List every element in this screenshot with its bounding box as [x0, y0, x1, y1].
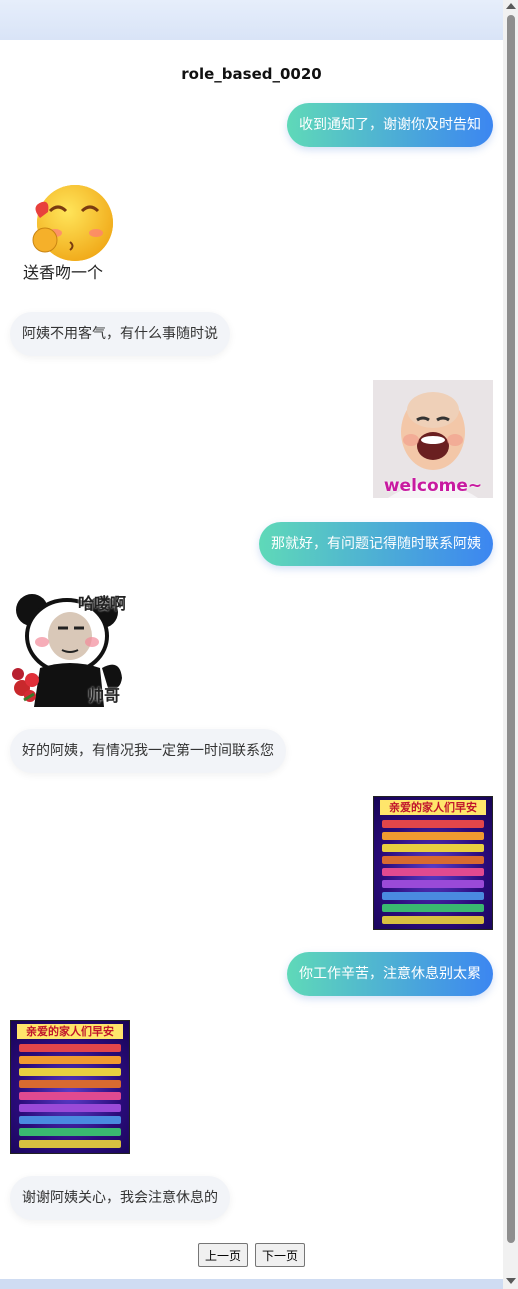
poster-line	[382, 844, 484, 852]
poster-line	[382, 916, 484, 924]
sticker-caption: welcome~	[383, 476, 483, 496]
poster-line	[19, 1104, 121, 1112]
sticker-caption-top: 哈喽啊	[77, 594, 126, 613]
chat-panel: role_based_0020 收到通知了，谢谢你及时告知 送香吻一个 阿姨不用…	[0, 40, 503, 1279]
message-bubble-right: 你工作辛苦，注意休息别太累	[287, 952, 493, 996]
scroll-up-arrow-icon[interactable]	[506, 3, 516, 9]
prev-page-button[interactable]: 上一页	[197, 1243, 248, 1267]
poster-header: 亲爱的家人们早安	[380, 800, 486, 815]
sticker-caption: 送香吻一个	[23, 263, 104, 282]
message-bubble-left: 谢谢阿姨关心，我会注意休息的	[10, 1176, 230, 1220]
pagination: 上一页 下一页	[0, 1243, 503, 1267]
poster-line	[382, 820, 484, 828]
poster-line	[19, 1092, 121, 1100]
poster-line	[19, 1080, 121, 1088]
poster-line	[19, 1044, 121, 1052]
vertical-scrollbar[interactable]	[503, 0, 518, 1289]
panda-with-roses-icon: 哈喽啊 帅哥	[10, 588, 130, 707]
good-morning-poster-icon: 亲爱的家人们早安	[373, 796, 493, 930]
message-bubble-right: 那就好，有问题记得随时联系阿姨	[259, 522, 493, 566]
poster-line	[19, 1140, 121, 1148]
poster-line	[382, 880, 484, 888]
poster-line	[382, 892, 484, 900]
poster-line	[19, 1128, 121, 1136]
laughing-baby-icon: welcome~	[373, 380, 493, 498]
message-bubble-right: 收到通知了，谢谢你及时告知	[287, 103, 493, 147]
bottom-band	[0, 1279, 503, 1289]
message-bubble-left: 好的阿姨，有情况我一定第一时间联系您	[10, 729, 286, 773]
poster-line	[382, 904, 484, 912]
top-band	[0, 0, 503, 40]
poster-header: 亲爱的家人们早安	[17, 1024, 123, 1039]
poster-line	[19, 1056, 121, 1064]
next-page-button[interactable]: 下一页	[255, 1243, 306, 1267]
scroll-down-arrow-icon[interactable]	[506, 1278, 516, 1284]
good-morning-poster-icon: 亲爱的家人们早安	[10, 1020, 130, 1154]
sticker-caption-bottom: 帅哥	[87, 686, 120, 705]
poster-line	[382, 868, 484, 876]
poster-line	[382, 832, 484, 840]
page-title: role_based_0020	[181, 65, 322, 83]
poster-line	[19, 1116, 121, 1124]
message-bubble-left: 阿姨不用客气，有什么事随时说	[10, 312, 230, 356]
scrollbar-thumb[interactable]	[507, 15, 515, 1243]
poster-line	[382, 856, 484, 864]
poster-line	[19, 1068, 121, 1076]
